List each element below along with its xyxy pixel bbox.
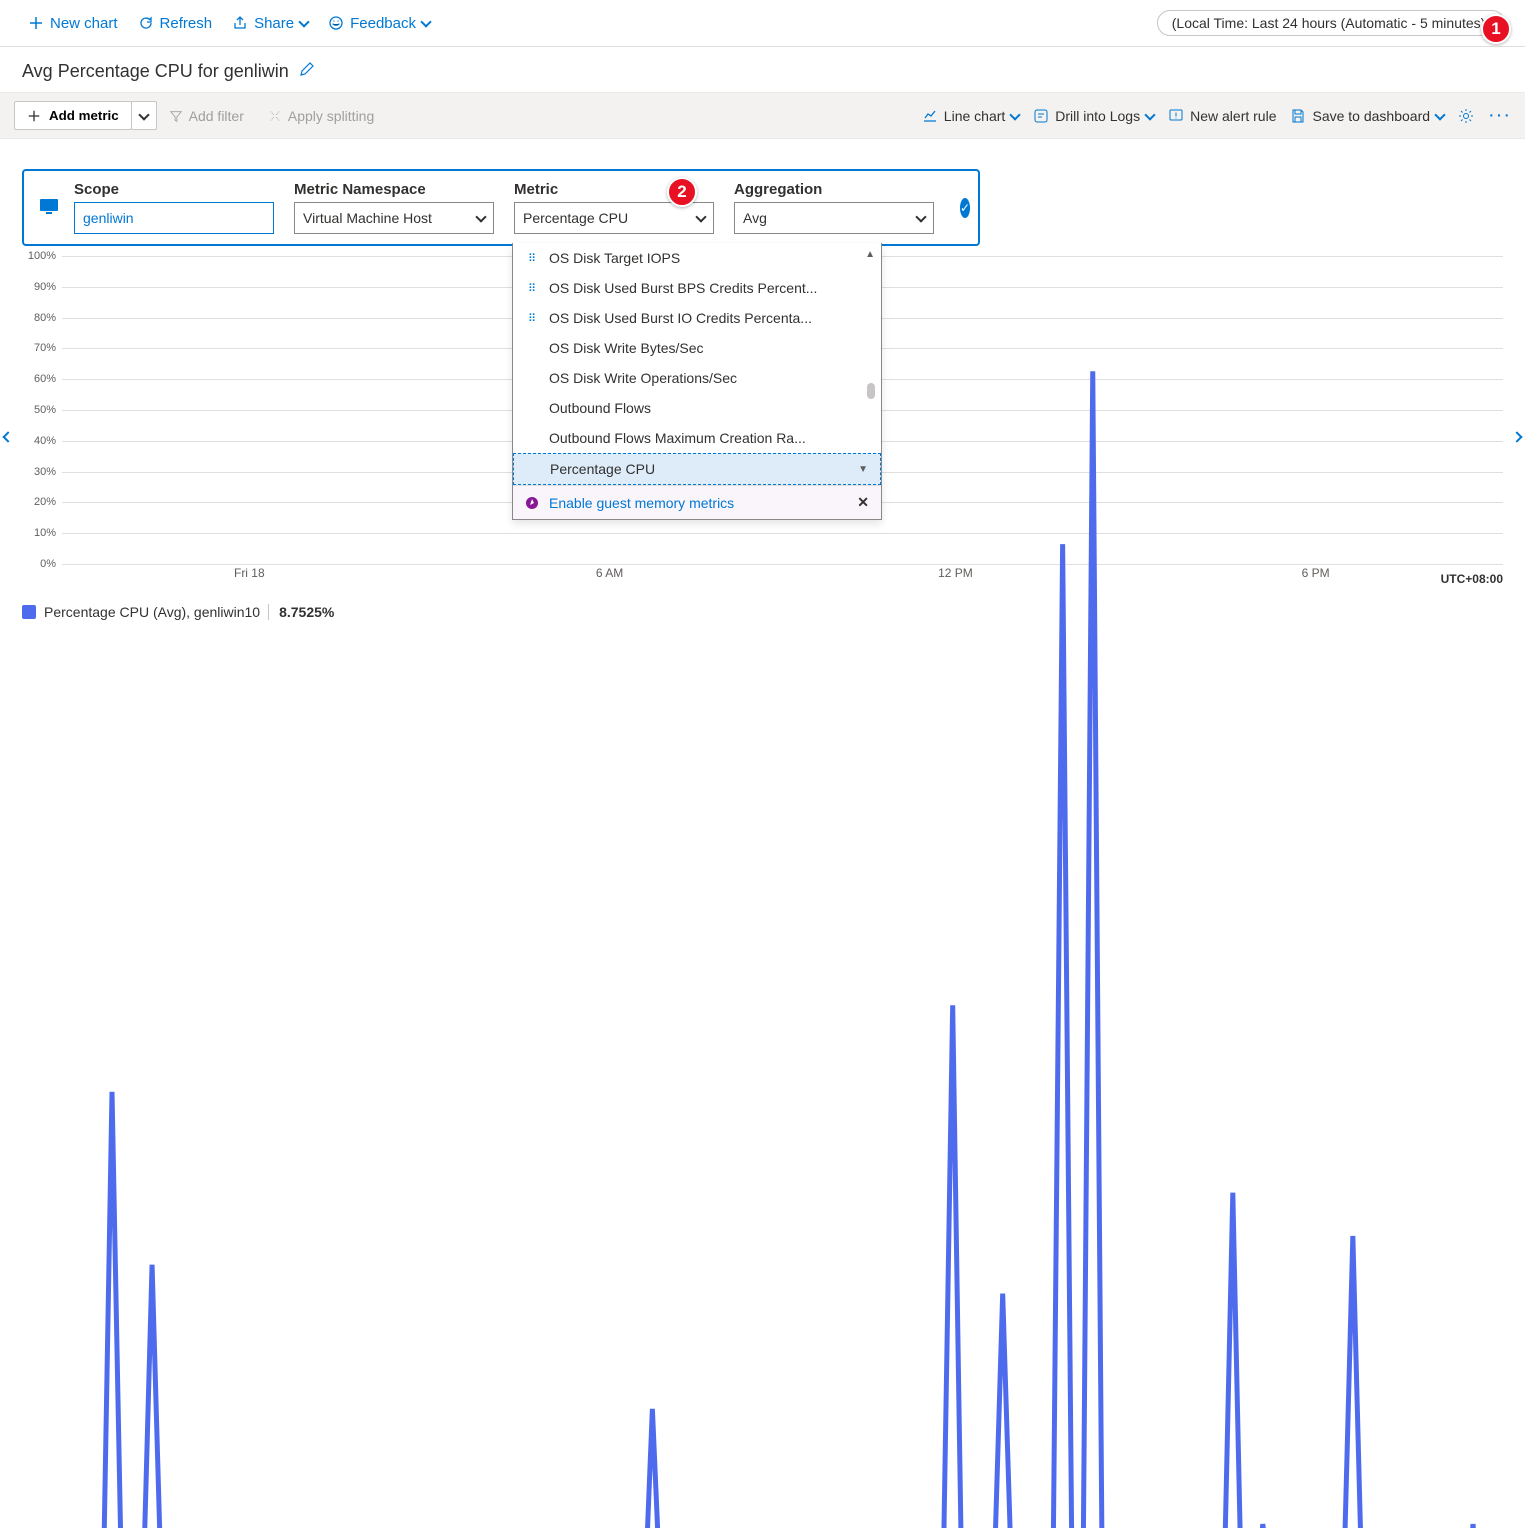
metric-option[interactable]: ⠿OS Disk Target IOPS: [513, 243, 881, 273]
logs-icon: [1033, 108, 1049, 124]
close-icon[interactable]: ✕: [857, 494, 869, 511]
chevron-down-icon: [695, 211, 706, 222]
x-tick-label: 6 AM: [596, 566, 623, 580]
scatter-icon: ⠿: [525, 281, 539, 295]
refresh-button[interactable]: Refresh: [130, 11, 221, 36]
y-tick-label: 0%: [22, 558, 56, 570]
enable-guest-metrics-link[interactable]: Enable guest memory metrics ✕: [513, 485, 881, 519]
metric-picker-panel: Scope Metric Namespace Virtual Machine H…: [22, 169, 980, 246]
x-tick-label: 12 PM: [938, 566, 973, 580]
feedback-button[interactable]: Feedback: [320, 11, 438, 36]
add-filter-button[interactable]: Add filter: [157, 102, 256, 130]
action-bar: Add metric Add filter Apply splitting Li…: [0, 92, 1525, 139]
y-tick-label: 80%: [22, 312, 56, 324]
line-chart-dropdown[interactable]: Line chart: [922, 108, 1019, 124]
scatter-icon: ⠿: [525, 311, 539, 325]
pencil-icon: [299, 61, 315, 77]
chevron-down-icon: [1434, 109, 1445, 120]
metric-option[interactable]: OS Disk Write Operations/Sec: [513, 363, 881, 393]
callout-2: 2: [667, 177, 697, 207]
metric-option[interactable]: Percentage CPU▼: [513, 453, 881, 485]
chevron-down-icon: [1144, 109, 1155, 120]
plus-icon: [27, 109, 41, 123]
scope-input[interactable]: [74, 202, 274, 234]
metric-option[interactable]: ⠿OS Disk Used Burst BPS Credits Percent.…: [513, 273, 881, 303]
compass-icon: [525, 496, 539, 510]
smiley-icon: [328, 15, 344, 31]
share-icon: [232, 15, 248, 31]
metric-option[interactable]: Outbound Flows: [513, 393, 881, 423]
prev-time-button[interactable]: [4, 421, 12, 447]
y-tick-label: 30%: [22, 466, 56, 478]
more-button[interactable]: ···: [1488, 104, 1511, 127]
y-tick-label: 10%: [22, 527, 56, 539]
y-tick-label: 70%: [22, 342, 56, 354]
callout-1: 1: [1481, 14, 1511, 44]
scrollbar-thumb[interactable]: [867, 383, 875, 399]
scroll-up-icon[interactable]: ▲: [865, 249, 875, 260]
chevron-down-icon: [138, 109, 149, 120]
add-metric-caret[interactable]: [131, 101, 157, 130]
new-chart-button[interactable]: New chart: [20, 11, 126, 36]
chart-title: Avg Percentage CPU for genliwin: [22, 61, 289, 82]
chart-title-row: Avg Percentage CPU for genliwin: [0, 47, 1525, 92]
y-tick-label: 100%: [22, 250, 56, 262]
apply-check-icon[interactable]: ✓: [960, 198, 970, 218]
plus-icon: [28, 15, 44, 31]
y-tick-label: 40%: [22, 435, 56, 447]
y-tick-label: 60%: [22, 373, 56, 385]
x-tick-label: 6 PM: [1302, 566, 1330, 580]
y-tick-label: 20%: [22, 496, 56, 508]
namespace-select[interactable]: Virtual Machine Host: [294, 202, 494, 234]
new-alert-rule-button[interactable]: New alert rule: [1168, 108, 1276, 124]
apply-splitting-button[interactable]: Apply splitting: [256, 102, 386, 130]
next-time-button[interactable]: [1513, 421, 1521, 447]
chevron-down-icon: [420, 16, 431, 27]
metric-option[interactable]: Outbound Flows Maximum Creation Ra...: [513, 423, 881, 453]
aggregation-select[interactable]: Avg: [734, 202, 934, 234]
settings-button[interactable]: [1458, 108, 1474, 124]
save-to-dashboard-button[interactable]: Save to dashboard: [1290, 108, 1444, 124]
chevron-down-icon: [298, 16, 309, 27]
time-range-picker[interactable]: (Local Time: Last 24 hours (Automatic - …: [1157, 10, 1505, 36]
save-icon: [1290, 108, 1306, 124]
add-metric-button[interactable]: Add metric: [14, 101, 132, 130]
x-tick-label: Fri 18: [234, 566, 265, 580]
metric-dropdown: ▲ ⠿OS Disk Target IOPS⠿OS Disk Used Burs…: [512, 243, 882, 520]
y-tick-label: 50%: [22, 404, 56, 416]
alert-icon: [1168, 108, 1184, 124]
chevron-down-icon: [915, 211, 926, 222]
scatter-icon: ⠿: [525, 251, 539, 265]
metric-option[interactable]: ⠿OS Disk Used Burst IO Credits Percenta.…: [513, 303, 881, 333]
gear-icon: [1458, 108, 1474, 124]
vm-icon: [38, 195, 60, 220]
y-tick-label: 90%: [22, 281, 56, 293]
timezone-label: UTC+08:00: [1441, 572, 1503, 586]
filter-icon: [169, 109, 183, 123]
top-toolbar: New chart Refresh Share Feedback (Local …: [0, 0, 1525, 47]
chevron-down-icon: [475, 211, 486, 222]
share-button[interactable]: Share: [224, 11, 316, 36]
line-chart-icon: [922, 108, 938, 124]
refresh-icon: [138, 15, 154, 31]
legend-swatch: [22, 605, 36, 619]
edit-title-button[interactable]: [299, 61, 315, 82]
namespace-label: Metric Namespace: [294, 181, 494, 198]
aggregation-label: Aggregation: [734, 181, 934, 198]
metric-option[interactable]: OS Disk Write Bytes/Sec: [513, 333, 881, 363]
split-icon: [268, 109, 282, 123]
scope-label: Scope: [74, 181, 274, 198]
drill-into-logs-button[interactable]: Drill into Logs: [1033, 108, 1154, 124]
chevron-down-icon: [1010, 109, 1021, 120]
